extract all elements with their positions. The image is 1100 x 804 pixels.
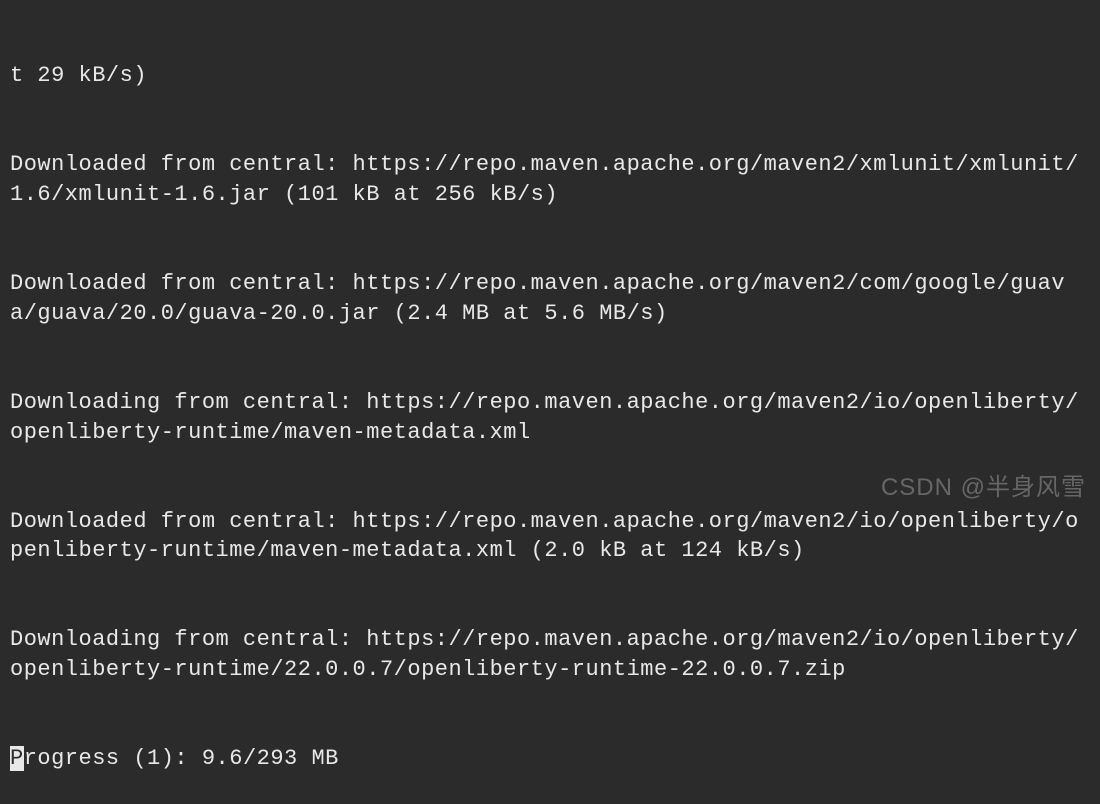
terminal-line: Downloaded from central: https://repo.ma… [10, 269, 1090, 328]
progress-text: rogress (1): 9.6/293 MB [24, 746, 339, 771]
watermark-text: CSDN @半身风雪 [881, 472, 1086, 504]
terminal-line: t 29 kB/s) [10, 61, 1090, 91]
terminal-line: Downloading from central: https://repo.m… [10, 625, 1090, 684]
terminal-line: Downloaded from central: https://repo.ma… [10, 507, 1090, 566]
cursor-block: P [10, 746, 24, 771]
terminal-output: t 29 kB/s) Downloaded from central: http… [10, 2, 1090, 804]
terminal-line: Downloading from central: https://repo.m… [10, 388, 1090, 447]
terminal-progress-line: Progress (1): 9.6/293 MB [10, 744, 1090, 774]
terminal-line: Downloaded from central: https://repo.ma… [10, 150, 1090, 209]
